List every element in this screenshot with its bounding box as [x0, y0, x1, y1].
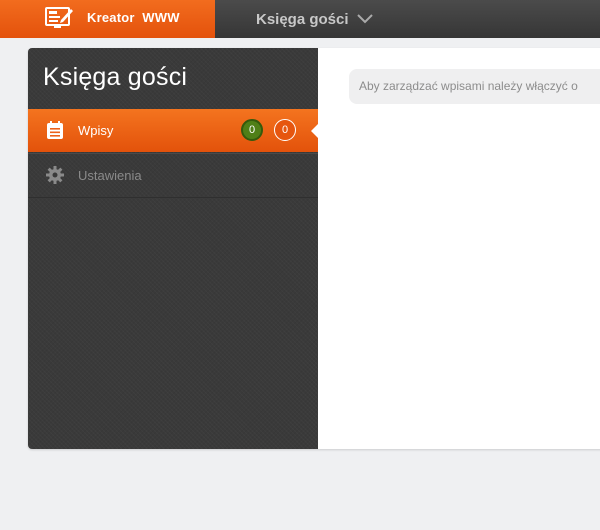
brand-title: Kreator WWW [87, 10, 180, 25]
sidebar-title: Księga gości [43, 63, 188, 91]
chevron-down-icon [356, 14, 373, 24]
main-panel: Księga gości Wpisy 0 0 Ustawienia Aby za… [28, 48, 600, 449]
brand-logo[interactable]: Kreator WWW [0, 0, 215, 38]
info-notice: Aby zarządzać wpisami należy włączyć o [349, 69, 600, 104]
sidebar-item-wpisy[interactable]: Wpisy 0 0 [28, 109, 318, 152]
sidebar-item-label: Wpisy [78, 123, 114, 138]
module-title: Księga gości [256, 10, 349, 28]
count-badge: 0 [274, 119, 296, 141]
site-builder-icon [45, 7, 73, 28]
content-area: Aby zarządzać wpisami należy włączyć o [318, 48, 600, 449]
sidebar-item-ustawienia[interactable]: Ustawienia [28, 153, 318, 198]
sidebar-item-label: Ustawienia [78, 168, 142, 183]
module-switcher[interactable]: Księga gości [256, 9, 373, 29]
count-badge: 0 [241, 119, 263, 141]
sidebar: Księga gości Wpisy 0 0 Ustawienia [28, 48, 318, 449]
gear-icon [46, 166, 64, 184]
top-bar: Kreator WWW Księga gości [0, 0, 600, 38]
active-indicator [311, 124, 318, 138]
calendar-icon [47, 121, 63, 139]
